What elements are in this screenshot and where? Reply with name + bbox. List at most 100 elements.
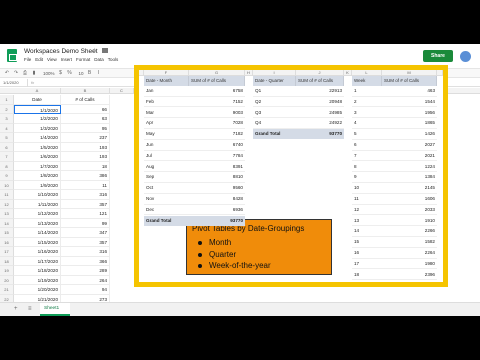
calls-cell[interactable]: 316 [61,190,110,200]
pivot-row-value[interactable]: 20948 [296,97,344,108]
pivot-row-value[interactable]: 8810 [189,172,245,183]
date-cell[interactable]: 1/6/2020 [14,152,61,162]
pivot-row-label[interactable]: 12 [352,205,382,216]
pivot-row-label[interactable]: 19 [352,280,382,282]
pivot-row-label[interactable]: 15 [352,237,382,248]
pivot-row-value[interactable]: 2145 [382,183,437,194]
pivot-row-value[interactable]: 1384 [382,172,437,183]
pivot-row-label[interactable]: Aug [144,162,189,173]
pivot-row-label[interactable]: 16 [352,248,382,259]
pivot-row-value[interactable]: 1956 [382,108,437,119]
column-header-b[interactable]: B [61,88,110,94]
pivot-row-label[interactable]: Mar [144,108,189,119]
currency-icon[interactable]: $ [58,70,64,76]
date-cell[interactable]: 1/1/2020 [14,104,61,114]
pivot-row-value[interactable]: 1224 [382,162,437,173]
date-cell[interactable]: 1/4/2020 [14,133,61,143]
pivot-header-sum[interactable]: SUM of # of Calls [189,76,245,86]
zoom-select[interactable]: 100% [43,71,55,76]
date-cell[interactable]: 1/20/2020 [14,285,61,295]
calls-cell[interactable]: 121 [61,209,110,219]
date-cell[interactable]: 1/10/2020 [14,190,61,200]
menu-format[interactable]: Format [76,57,90,62]
sheets-logo-icon[interactable] [7,49,17,62]
date-cell[interactable]: 1/16/2020 [14,247,61,257]
italic-icon[interactable]: I [96,70,102,76]
pivot-row-value[interactable]: 6758 [189,86,245,97]
date-cell[interactable]: 1/11/2020 [14,199,61,209]
pivot-header-sum[interactable]: SUM of # of Calls [382,76,437,86]
print-icon[interactable]: ⎙ [22,70,28,76]
menu-insert[interactable]: Insert [61,57,72,62]
pivot-row-value[interactable]: 2264 [382,248,437,259]
date-cell[interactable]: 1/2/2020 [14,114,61,124]
calls-cell[interactable]: 11 [61,180,110,190]
pivot-row-value[interactable]: 2396 [382,270,437,281]
paint-format-icon[interactable]: ▮ [31,70,37,76]
sheet-list-icon[interactable]: ≡ [28,306,32,312]
calls-cell[interactable]: 357 [61,199,110,209]
pivot-row-label[interactable]: Jun [144,140,189,151]
pivot-grand-total-label[interactable]: Grand Total [253,129,296,140]
pivot-row-value[interactable]: 7784 [189,151,245,162]
undo-icon[interactable]: ↶ [4,70,10,76]
menu-edit[interactable]: Edit [35,57,43,62]
add-sheet-icon[interactable]: + [14,306,18,312]
pivot-grand-total-label[interactable]: Grand Total [144,215,189,226]
pivot-row-label[interactable]: 1 [352,86,382,97]
column-header-c[interactable]: C [110,88,134,94]
pivot-row-label[interactable]: 6 [352,140,382,151]
pivot-row-value[interactable]: 7152 [189,97,245,108]
pivot-row-label[interactable]: May [144,129,189,140]
calls-cell[interactable]: 357 [61,237,110,247]
calls-cell[interactable]: 264 [61,275,110,285]
folder-icon[interactable] [102,48,108,53]
pivot-row-label[interactable]: 14 [352,226,382,237]
header-cell-calls[interactable]: # of Calls [61,95,110,105]
pivot-row-label[interactable]: Apr [144,118,189,129]
date-cell[interactable]: 1/18/2020 [14,266,61,276]
date-cell[interactable]: 1/12/2020 [14,209,61,219]
date-cell[interactable]: 1/7/2020 [14,161,61,171]
pivot-row-label[interactable]: 2 [352,97,382,108]
pivot-row-value[interactable]: 1426 [382,129,437,140]
pivot-row-value[interactable]: 22913 [296,86,344,97]
document-title[interactable]: Workspaces Demo Sheet [24,48,98,55]
calls-cell[interactable]: 237 [61,133,110,143]
calls-cell[interactable]: 66 [61,104,110,114]
calls-cell[interactable]: 18 [61,161,110,171]
pivot-row-label[interactable]: Nov [144,194,189,205]
pivot-row-value[interactable]: 9003 [189,108,245,119]
pivot-row-label[interactable]: 9 [352,172,382,183]
redo-icon[interactable]: ↷ [13,70,19,76]
pivot-row-label[interactable]: Q1 [253,86,296,97]
pivot-row-label[interactable]: Feb [144,97,189,108]
calls-cell[interactable]: 193 [61,142,110,152]
calls-cell[interactable]: 63 [61,114,110,124]
pivot-row-label[interactable]: Jul [144,151,189,162]
pivot-row-label[interactable]: Q2 [253,97,296,108]
date-cell[interactable]: 1/3/2020 [14,123,61,133]
pivot-row-label[interactable]: 4 [352,118,382,129]
pivot-row-value[interactable]: 2021 [382,151,437,162]
date-cell[interactable]: 1/13/2020 [14,218,61,228]
pivot-row-label[interactable]: 5 [352,129,382,140]
date-cell[interactable]: 1/8/2020 [14,171,61,181]
pivot-row-label[interactable]: 10 [352,183,382,194]
pivot-row-label[interactable]: Oct [144,183,189,194]
pivot-row-value[interactable]: 8428 [189,194,245,205]
header-cell-date[interactable]: Date [14,95,61,105]
pivot-row-value[interactable]: 1807 [382,280,437,282]
pivot-header-label[interactable]: Date - Month [144,76,189,86]
date-cell[interactable]: 1/9/2020 [14,180,61,190]
menu-tools[interactable]: Tools [108,57,119,62]
calls-cell[interactable]: 386 [61,171,110,181]
pivot-header-sum[interactable]: SUM of # of Calls [296,76,344,86]
date-cell[interactable]: 1/17/2020 [14,256,61,266]
calls-cell[interactable]: 366 [61,256,110,266]
menu-data[interactable]: Data [94,57,104,62]
pivot-row-label[interactable]: 7 [352,151,382,162]
pivot-row-value[interactable]: 9560 [189,183,245,194]
menu-view[interactable]: View [47,57,57,62]
calls-cell[interactable]: 193 [61,152,110,162]
